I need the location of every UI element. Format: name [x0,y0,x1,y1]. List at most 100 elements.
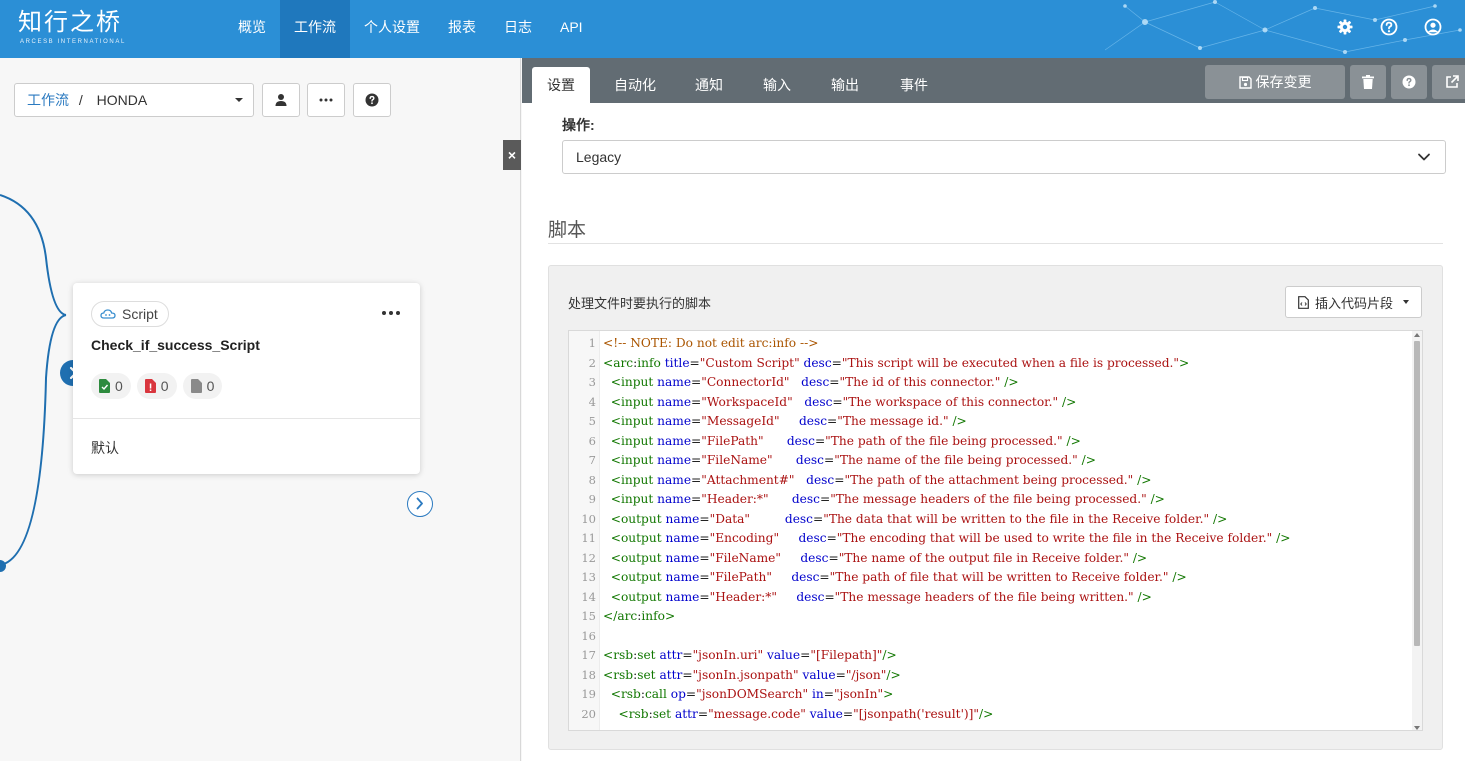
line-number: 7 [588,453,596,467]
line-number: 6 [588,433,596,448]
code-text: <arc:info title="Custom Script" desc="Th… [603,355,1190,370]
code-line[interactable]: 13 <output name="FilePath" desc="The pat… [569,568,1419,588]
nav-item-overview[interactable]: 概览 [224,0,280,58]
nav-item-reports[interactable]: 报表 [434,0,490,58]
code-line[interactable]: 9 <input name="Header:*" desc="The messa… [569,490,1419,510]
line-number: 18 [581,667,596,682]
editor-scrollbar-thumb[interactable] [1414,341,1420,646]
app-logo[interactable]: 知行之桥 ARCESB INTERNATIONAL [18,8,126,46]
code-line[interactable]: 7 <input name="FileName" desc="The name … [569,451,1419,471]
nav-item-logs[interactable]: 日志 [490,0,546,58]
line-number: 9 [588,492,596,506]
code-line[interactable]: 20 <rsb:set attr="message.code" value="[… [569,705,1419,725]
open-external-button[interactable] [1432,65,1465,99]
code-text: <output name="Encoding" desc="The encodi… [610,531,1291,545]
tab-events[interactable]: 事件 [886,67,942,103]
line-number: 8 [588,472,596,487]
help-button[interactable] [1391,65,1427,99]
code-line[interactable]: 11 <output name="Encoding" desc="The enc… [569,529,1419,549]
code-line[interactable]: 17 <rsb:set attr="jsonIn.uri" value="[Fil… [569,646,1419,666]
card-divider [73,418,420,419]
tab-settings[interactable]: 设置 [532,67,590,103]
chevron-right-icon [416,497,423,510]
user-icon[interactable] [1423,17,1443,37]
code-line[interactable]: 18 <rsb:set attr="jsonIn.jsonpath" value=… [569,666,1419,686]
line-number: 16 [581,628,596,643]
code-line[interactable]: 4 <input name="WorkspaceId" desc="The wo… [569,393,1419,413]
chevron-down-icon [1418,153,1430,161]
error-count-badge[interactable]: 0 [136,373,177,399]
nav-item-profile[interactable]: 个人设置 [350,0,434,58]
success-count-badge[interactable]: 0 [91,373,131,399]
node-title: Check_if_success_Script [91,337,260,353]
scroll-up-arrow[interactable] [1414,333,1420,337]
line-number: 20 [581,706,596,721]
node-type-label: Script [122,306,158,322]
code-line[interactable]: 10 <output name="Data" desc="The data th… [569,510,1419,530]
line-number: 13 [581,570,596,584]
line-number: 1 [588,336,596,350]
insert-snippet-label: 插入代码片段 [1314,295,1393,311]
code-line[interactable]: 16 [569,627,1419,647]
code-text: <rsb:set attr="jsonIn.uri" value="[Filep… [603,648,897,662]
code-line[interactable]: 15 </arc:info> [569,607,1419,627]
line-number: 15 [581,609,596,623]
code-text: <input name="ConnectorId" desc="The id o… [610,375,1019,389]
code-line[interactable]: 19 <rsb:call op="jsonDOMSearch" in="json… [569,685,1419,705]
file-error-icon [144,379,156,393]
logo-chinese-name: 知行之桥 [18,9,122,36]
code-text: <!-- NOTE: Do not edit arc:info --> [603,336,819,350]
tab-notifications[interactable]: 通知 [682,67,736,103]
node-output-port[interactable] [407,491,433,517]
nav-item-api[interactable]: API [546,0,597,58]
code-line[interactable]: 14 <output name="Header:*" desc="The mes… [569,588,1419,608]
code-line[interactable]: 1 <!-- NOTE: Do not edit arc:info --> [569,334,1419,354]
node-type-badge: Script [91,301,169,327]
code-line[interactable]: 6 <input name="FilePath" desc="The path … [569,432,1419,452]
code-editor[interactable]: 1 <!-- NOTE: Do not edit arc:info --> 2 <ar… [568,330,1423,731]
tab-automation[interactable]: 自动化 [606,67,664,103]
node-message-counts: 0 0 0 [91,373,223,399]
settings-tab-bar: 设置 自动化 通知 输入 输出 事件 保存变更 [522,58,1465,103]
caret-down-icon [1403,300,1409,304]
line-number: 14 [581,589,596,604]
line-number: 5 [588,414,596,428]
line-number: 11 [581,531,596,545]
tab-output[interactable]: 输出 [818,67,872,103]
gear-icon[interactable] [1335,17,1355,37]
insert-snippet-button[interactable]: 插入代码片段 [1284,286,1422,318]
code-text: <output name="FileName" desc="The name o… [610,550,1148,565]
code-line[interactable]: 2 <arc:info title="Custom Script" desc="T… [569,354,1419,374]
pending-count: 0 [206,378,215,394]
code-line[interactable]: 5 <input name="MessageId" desc="The mess… [569,412,1419,432]
script-node-card[interactable]: Script Check_if_success_Script 0 0 0 默认 [73,283,420,474]
code-line[interactable]: 3 <input name="ConnectorId" desc="The id… [569,373,1419,393]
code-line[interactable]: 12 <output name="FileName" desc="The nam… [569,549,1419,569]
delete-button[interactable] [1350,65,1386,99]
help-icon [1402,75,1416,89]
code-text: <input name="FileName" desc="The name of… [610,453,1096,467]
nav-item-workflow[interactable]: 工作流 [280,0,350,58]
section-divider [548,243,1443,244]
script-section-title: 脚本 [548,220,587,241]
tab-input[interactable]: 输入 [750,67,804,103]
pending-count-badge[interactable]: 0 [182,373,223,399]
save-changes-button[interactable]: 保存变更 [1205,65,1345,99]
code-line[interactable]: 8 <input name="Attachment#" desc="The pa… [569,471,1419,491]
scroll-down-arrow[interactable] [1414,726,1420,730]
line-number: 3 [588,375,596,389]
line-number: 19 [581,687,596,701]
file-icon [190,379,202,393]
success-count: 0 [115,378,123,394]
editor-scrollbar[interactable] [1412,331,1422,730]
code-text: <rsb:call op="jsonDOMSearch" in="jsonIn"… [610,687,894,701]
node-menu-button[interactable] [382,311,400,315]
top-icon-group [1335,17,1443,37]
operation-select[interactable]: Legacy [562,140,1446,174]
code-text: <input name="Header:*" desc="The message… [610,492,1165,506]
line-number: 12 [581,550,596,565]
line-number: 10 [581,511,596,526]
trash-icon [1362,75,1374,89]
code-text: <input name="FilePath" desc="The path of… [610,433,1081,448]
help-circle-icon[interactable] [1379,17,1399,37]
